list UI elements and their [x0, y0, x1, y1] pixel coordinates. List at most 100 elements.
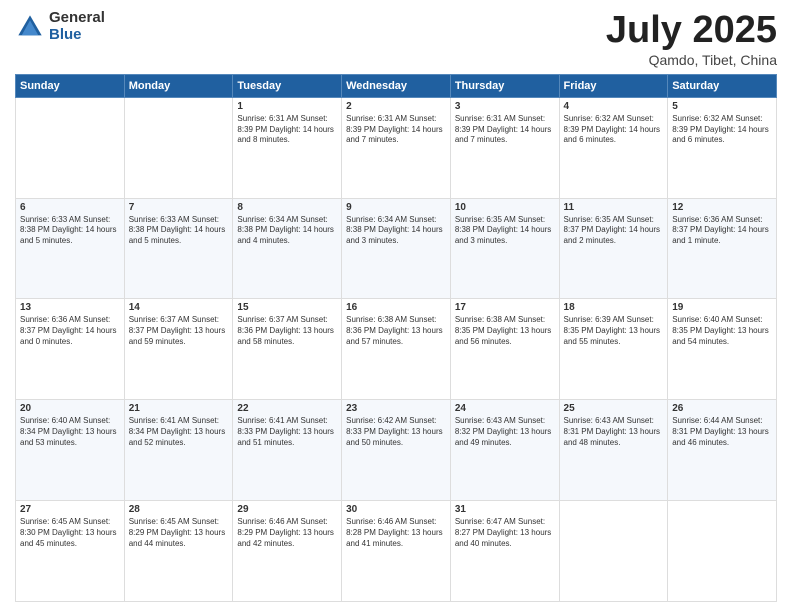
col-header-monday: Monday [124, 74, 233, 97]
day-cell [124, 97, 233, 198]
day-info: Sunrise: 6:38 AM Sunset: 8:35 PM Dayligh… [455, 315, 555, 347]
day-info: Sunrise: 6:41 AM Sunset: 8:33 PM Dayligh… [237, 416, 337, 448]
day-info: Sunrise: 6:47 AM Sunset: 8:27 PM Dayligh… [455, 517, 555, 549]
day-number: 29 [237, 504, 337, 515]
logo: General Blue [15, 10, 105, 43]
day-number: 22 [237, 403, 337, 414]
week-row-4: 27 Sunrise: 6:45 AM Sunset: 8:30 PM Dayli… [16, 501, 777, 602]
day-cell: 20 Sunrise: 6:40 AM Sunset: 8:34 PM Dayli… [16, 400, 125, 501]
day-cell: 27 Sunrise: 6:45 AM Sunset: 8:30 PM Dayli… [16, 501, 125, 602]
day-cell: 23 Sunrise: 6:42 AM Sunset: 8:33 PM Dayli… [342, 400, 451, 501]
day-number: 30 [346, 504, 446, 515]
day-info: Sunrise: 6:41 AM Sunset: 8:34 PM Dayligh… [129, 416, 229, 448]
page: General Blue July 2025 Qamdo, Tibet, Chi… [0, 0, 792, 612]
day-cell: 1 Sunrise: 6:31 AM Sunset: 8:39 PM Daylig… [233, 97, 342, 198]
day-number: 27 [20, 504, 120, 515]
day-number: 7 [129, 202, 229, 213]
week-row-1: 6Sunrise: 6:33 AM Sunset: 8:38 PM Daylig… [16, 198, 777, 299]
day-cell: 18 Sunrise: 6:39 AM Sunset: 8:35 PM Dayli… [559, 299, 668, 400]
day-info: Sunrise: 6:45 AM Sunset: 8:30 PM Dayligh… [20, 517, 120, 549]
day-number: 4 [564, 101, 664, 112]
day-number: 10 [455, 202, 555, 213]
day-cell: 28 Sunrise: 6:45 AM Sunset: 8:29 PM Dayli… [124, 501, 233, 602]
day-cell: 24Sunrise: 6:43 AM Sunset: 8:32 PM Dayli… [450, 400, 559, 501]
day-cell: 29 Sunrise: 6:46 AM Sunset: 8:29 PM Dayli… [233, 501, 342, 602]
col-header-tuesday: Tuesday [233, 74, 342, 97]
day-cell: 31 Sunrise: 6:47 AM Sunset: 8:27 PM Dayli… [450, 501, 559, 602]
day-cell: 9Sunrise: 6:34 AM Sunset: 8:38 PM Daylig… [342, 198, 451, 299]
calendar-location: Qamdo, Tibet, China [606, 52, 777, 68]
logo-blue-text: Blue [49, 27, 105, 44]
day-info: Sunrise: 6:32 AM Sunset: 8:39 PM Dayligh… [672, 114, 772, 146]
day-cell: 2Sunrise: 6:31 AM Sunset: 8:39 PM Daylig… [342, 97, 451, 198]
logo-general-text: General [49, 10, 105, 27]
day-number: 8 [237, 202, 337, 213]
day-cell: 13Sunrise: 6:36 AM Sunset: 8:37 PM Dayli… [16, 299, 125, 400]
day-cell: 16Sunrise: 6:38 AM Sunset: 8:36 PM Dayli… [342, 299, 451, 400]
day-info: Sunrise: 6:39 AM Sunset: 8:35 PM Dayligh… [564, 315, 664, 347]
day-number: 20 [20, 403, 120, 414]
day-info: Sunrise: 6:35 AM Sunset: 8:37 PM Dayligh… [564, 215, 664, 247]
day-info: Sunrise: 6:43 AM Sunset: 8:32 PM Dayligh… [455, 416, 555, 448]
day-info: Sunrise: 6:43 AM Sunset: 8:31 PM Dayligh… [564, 416, 664, 448]
day-number: 23 [346, 403, 446, 414]
day-info: Sunrise: 6:35 AM Sunset: 8:38 PM Dayligh… [455, 215, 555, 247]
day-cell: 10 Sunrise: 6:35 AM Sunset: 8:38 PM Dayli… [450, 198, 559, 299]
day-cell: 30 Sunrise: 6:46 AM Sunset: 8:28 PM Dayli… [342, 501, 451, 602]
day-number: 18 [564, 302, 664, 313]
day-cell: 15Sunrise: 6:37 AM Sunset: 8:36 PM Dayli… [233, 299, 342, 400]
day-cell: 21Sunrise: 6:41 AM Sunset: 8:34 PM Dayli… [124, 400, 233, 501]
day-info: Sunrise: 6:36 AM Sunset: 8:37 PM Dayligh… [20, 315, 120, 347]
day-cell: 22 Sunrise: 6:41 AM Sunset: 8:33 PM Dayli… [233, 400, 342, 501]
col-header-sunday: Sunday [16, 74, 125, 97]
day-number: 9 [346, 202, 446, 213]
day-number: 11 [564, 202, 664, 213]
day-number: 31 [455, 504, 555, 515]
col-header-friday: Friday [559, 74, 668, 97]
day-info: Sunrise: 6:46 AM Sunset: 8:29 PM Dayligh… [237, 517, 337, 549]
day-cell [668, 501, 777, 602]
col-header-wednesday: Wednesday [342, 74, 451, 97]
day-cell [559, 501, 668, 602]
week-row-0: 1 Sunrise: 6:31 AM Sunset: 8:39 PM Daylig… [16, 97, 777, 198]
header-row: SundayMondayTuesdayWednesdayThursdayFrid… [16, 74, 777, 97]
day-number: 28 [129, 504, 229, 515]
day-info: Sunrise: 6:46 AM Sunset: 8:28 PM Dayligh… [346, 517, 446, 549]
day-info: Sunrise: 6:38 AM Sunset: 8:36 PM Dayligh… [346, 315, 446, 347]
logo-text: General Blue [49, 10, 105, 43]
day-info: Sunrise: 6:31 AM Sunset: 8:39 PM Dayligh… [237, 114, 337, 146]
day-number: 14 [129, 302, 229, 313]
day-cell [16, 97, 125, 198]
day-cell: 26Sunrise: 6:44 AM Sunset: 8:31 PM Dayli… [668, 400, 777, 501]
day-cell: 8 Sunrise: 6:34 AM Sunset: 8:38 PM Daylig… [233, 198, 342, 299]
day-number: 2 [346, 101, 446, 112]
day-cell: 17Sunrise: 6:38 AM Sunset: 8:35 PM Dayli… [450, 299, 559, 400]
day-info: Sunrise: 6:37 AM Sunset: 8:36 PM Dayligh… [237, 315, 337, 347]
day-info: Sunrise: 6:44 AM Sunset: 8:31 PM Dayligh… [672, 416, 772, 448]
day-number: 5 [672, 101, 772, 112]
day-info: Sunrise: 6:40 AM Sunset: 8:34 PM Dayligh… [20, 416, 120, 448]
day-info: Sunrise: 6:34 AM Sunset: 8:38 PM Dayligh… [237, 215, 337, 247]
day-cell: 7Sunrise: 6:33 AM Sunset: 8:38 PM Daylig… [124, 198, 233, 299]
week-row-3: 20 Sunrise: 6:40 AM Sunset: 8:34 PM Dayli… [16, 400, 777, 501]
day-cell: 3 Sunrise: 6:31 AM Sunset: 8:39 PM Daylig… [450, 97, 559, 198]
day-info: Sunrise: 6:33 AM Sunset: 8:38 PM Dayligh… [20, 215, 120, 247]
day-number: 3 [455, 101, 555, 112]
day-cell: 14 Sunrise: 6:37 AM Sunset: 8:37 PM Dayli… [124, 299, 233, 400]
day-info: Sunrise: 6:45 AM Sunset: 8:29 PM Dayligh… [129, 517, 229, 549]
logo-icon [15, 12, 45, 42]
title-block: July 2025 Qamdo, Tibet, China [606, 10, 777, 68]
day-number: 19 [672, 302, 772, 313]
day-cell: 19Sunrise: 6:40 AM Sunset: 8:35 PM Dayli… [668, 299, 777, 400]
day-info: Sunrise: 6:37 AM Sunset: 8:37 PM Dayligh… [129, 315, 229, 347]
header: General Blue July 2025 Qamdo, Tibet, Chi… [15, 10, 777, 68]
day-cell: 11 Sunrise: 6:35 AM Sunset: 8:37 PM Dayli… [559, 198, 668, 299]
day-number: 1 [237, 101, 337, 112]
day-cell: 25Sunrise: 6:43 AM Sunset: 8:31 PM Dayli… [559, 400, 668, 501]
day-info: Sunrise: 6:31 AM Sunset: 8:39 PM Dayligh… [455, 114, 555, 146]
week-row-2: 13Sunrise: 6:36 AM Sunset: 8:37 PM Dayli… [16, 299, 777, 400]
day-info: Sunrise: 6:42 AM Sunset: 8:33 PM Dayligh… [346, 416, 446, 448]
calendar-title: July 2025 [606, 10, 777, 52]
day-cell: 12Sunrise: 6:36 AM Sunset: 8:37 PM Dayli… [668, 198, 777, 299]
day-info: Sunrise: 6:36 AM Sunset: 8:37 PM Dayligh… [672, 215, 772, 247]
